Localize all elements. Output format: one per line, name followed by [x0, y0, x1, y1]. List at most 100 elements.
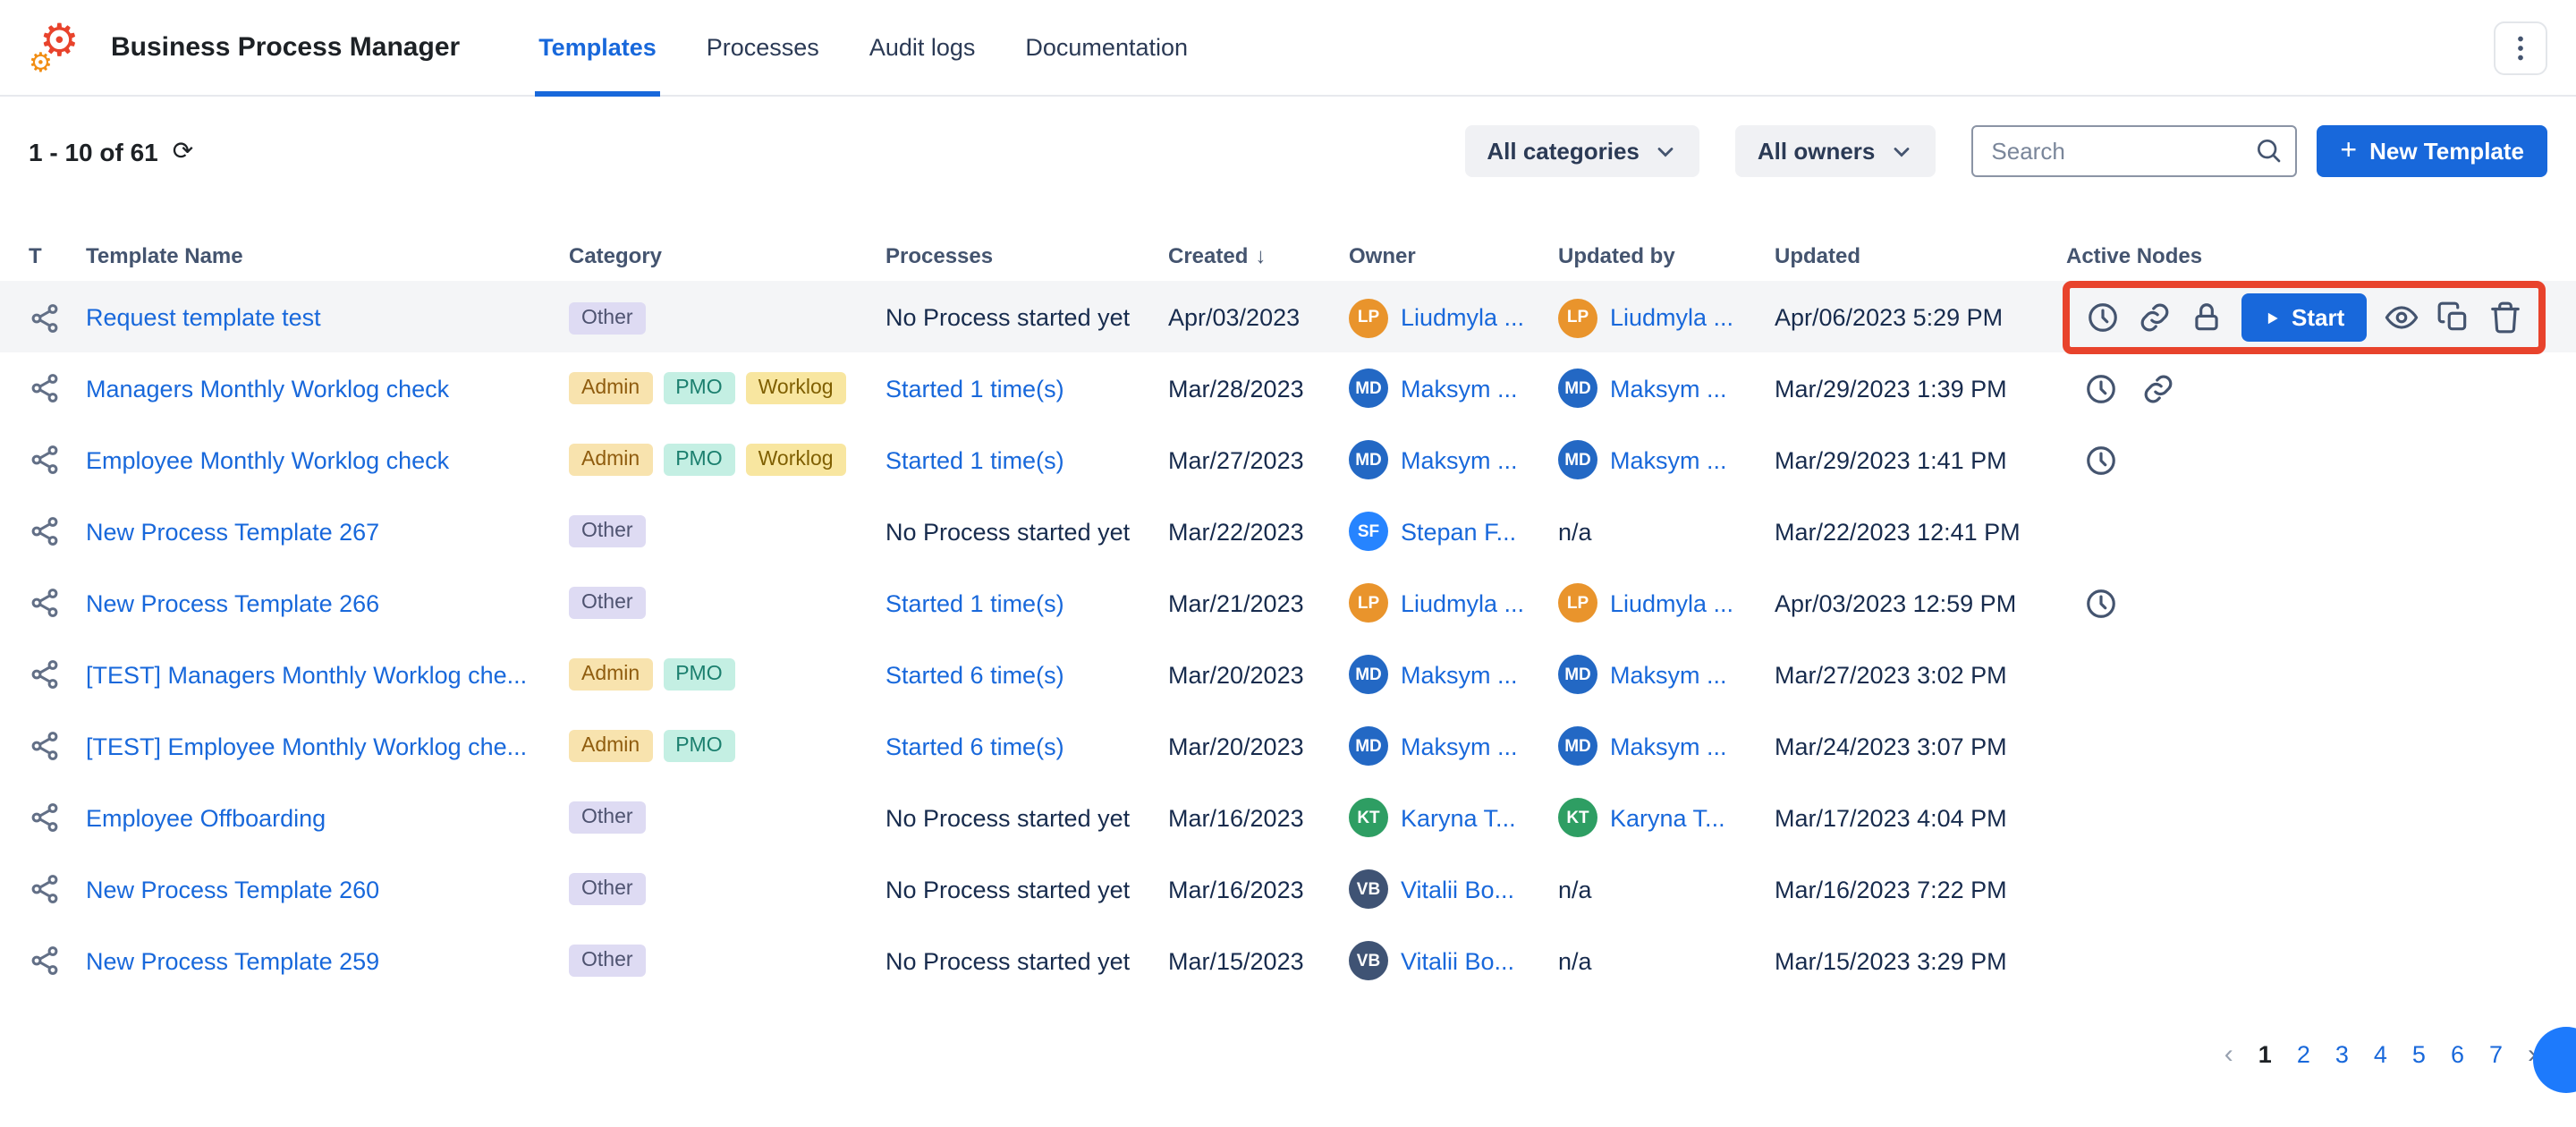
processes-link[interactable]: Started 1 time(s) [886, 589, 1064, 616]
category-tag: PMO [663, 444, 734, 476]
category-tags: Other [569, 801, 886, 834]
table-row[interactable]: [TEST] Employee Monthly Worklog che... A… [0, 710, 2576, 782]
updated-date: Apr/06/2023 5:29 PM [1775, 304, 2066, 331]
tab-templates[interactable]: Templates [535, 0, 660, 96]
pagination-page-3[interactable]: 3 [2335, 1041, 2349, 1068]
processes-link[interactable]: Started 1 time(s) [886, 446, 1064, 473]
owner-cell: VBVitalii Bo... [1349, 869, 1558, 909]
table-row[interactable]: New Process Template 260 Other No Proces… [0, 853, 2576, 925]
pagination-page-7[interactable]: 7 [2489, 1041, 2503, 1068]
user-link[interactable]: Maksym ... [1610, 661, 1727, 688]
user-link[interactable]: Stepan F... [1401, 518, 1516, 545]
clock-icon[interactable] [2084, 586, 2118, 620]
table-row[interactable]: Employee Monthly Worklog check AdminPMOW… [0, 424, 2576, 496]
updated-by-cell: LPLiudmyla ... [1558, 583, 1775, 623]
link-icon[interactable] [2138, 301, 2172, 335]
processes-link[interactable]: Started 6 time(s) [886, 733, 1064, 759]
user-link[interactable]: Vitalii Bo... [1401, 876, 1514, 902]
table-row[interactable]: New Process Template 267 Other No Proces… [0, 496, 2576, 567]
user-link[interactable]: Liudmyla ... [1401, 589, 1524, 616]
tab-documentation[interactable]: Documentation [1021, 0, 1191, 96]
user-link[interactable]: Maksym ... [1401, 661, 1518, 688]
user-link[interactable]: Maksym ... [1401, 733, 1518, 759]
template-type-icon [29, 587, 72, 619]
table-body: Request template test Other No Process s… [0, 281, 2576, 996]
processes-link[interactable]: Started 1 time(s) [886, 375, 1064, 402]
kebab-menu-button[interactable] [2494, 21, 2547, 74]
template-type-icon [29, 658, 72, 691]
user-link[interactable]: Maksym ... [1610, 375, 1727, 402]
user-link[interactable]: Maksym ... [1401, 375, 1518, 402]
col-template-name[interactable]: Template Name [86, 243, 569, 268]
template-name-link[interactable]: [TEST] Employee Monthly Worklog che... [86, 733, 527, 759]
table-row[interactable]: [TEST] Managers Monthly Worklog che... A… [0, 639, 2576, 710]
category-tag: Other [569, 873, 646, 905]
col-processes[interactable]: Processes [886, 243, 1168, 268]
user-link[interactable]: Liudmyla ... [1610, 304, 1733, 331]
owner-cell: VBVitalii Bo... [1349, 941, 1558, 980]
col-updated[interactable]: Updated [1775, 243, 2066, 268]
copy-icon[interactable] [2436, 301, 2470, 335]
category-tag: Admin [569, 444, 652, 476]
clock-icon[interactable] [2084, 443, 2118, 477]
refresh-icon[interactable]: ⟳ [173, 136, 193, 166]
col-category[interactable]: Category [569, 243, 886, 268]
pagination-page-5[interactable]: 5 [2412, 1041, 2426, 1068]
clock-icon[interactable] [2086, 301, 2120, 335]
categories-filter-dropdown[interactable]: All categories [1465, 125, 1700, 177]
user-link[interactable]: Maksym ... [1610, 733, 1727, 759]
start-button[interactable]: Start [2241, 293, 2366, 342]
pagination-page-2[interactable]: 2 [2297, 1041, 2310, 1068]
start-button-label: Start [2292, 304, 2344, 331]
new-template-button[interactable]: + New Template [2317, 125, 2547, 177]
user-link[interactable]: Karyna T... [1610, 804, 1725, 831]
template-name-link[interactable]: Employee Offboarding [86, 804, 326, 831]
processes-link[interactable]: Started 6 time(s) [886, 661, 1064, 688]
template-name-link[interactable]: Employee Monthly Worklog check [86, 446, 449, 473]
table-row[interactable]: Managers Monthly Worklog check AdminPMOW… [0, 352, 2576, 424]
table-row[interactable]: Request template test Other No Process s… [0, 281, 2576, 352]
user-link[interactable]: Liudmyla ... [1610, 589, 1733, 616]
owners-filter-dropdown[interactable]: All owners [1736, 125, 1936, 177]
lock-icon[interactable] [2190, 301, 2224, 335]
template-name-link[interactable]: New Process Template 259 [86, 947, 379, 974]
updated-by-cell: LPLiudmyla ... [1558, 298, 1775, 337]
floating-action-button[interactable] [2533, 1027, 2576, 1093]
user-link[interactable]: Vitalii Bo... [1401, 947, 1514, 974]
pagination-prev[interactable]: ‹ [2224, 1039, 2233, 1070]
category-tag: Other [569, 301, 646, 334]
pagination-page-6[interactable]: 6 [2451, 1041, 2464, 1068]
user-link[interactable]: Maksym ... [1610, 446, 1727, 473]
template-name-link[interactable]: [TEST] Managers Monthly Worklog che... [86, 661, 527, 688]
template-name-link[interactable]: Managers Monthly Worklog check [86, 375, 449, 402]
search-input[interactable] [1971, 125, 2297, 177]
eye-icon[interactable] [2384, 301, 2418, 335]
template-name-link[interactable]: New Process Template 267 [86, 518, 379, 545]
avatar: MD [1349, 369, 1388, 408]
col-created[interactable]: Created ↓ [1168, 243, 1349, 268]
table-row[interactable]: Employee Offboarding Other No Process st… [0, 782, 2576, 853]
template-name-link[interactable]: New Process Template 260 [86, 876, 379, 902]
category-tag: Other [569, 515, 646, 547]
table-row[interactable]: New Process Template 259 Other No Proces… [0, 925, 2576, 996]
tab-processes[interactable]: Processes [703, 0, 823, 96]
user-link[interactable]: Liudmyla ... [1401, 304, 1524, 331]
category-tags: Other [569, 301, 886, 334]
pagination-page-4[interactable]: 4 [2374, 1041, 2387, 1068]
clock-icon[interactable] [2084, 371, 2118, 405]
col-updated-by[interactable]: Updated by [1558, 243, 1775, 268]
link-icon[interactable] [2141, 371, 2175, 405]
table-row[interactable]: New Process Template 266 Other Started 1… [0, 567, 2576, 639]
pagination-page-1[interactable]: 1 [2258, 1041, 2272, 1068]
created-date: Mar/27/2023 [1168, 446, 1349, 473]
updated-date: Mar/22/2023 12:41 PM [1775, 518, 2066, 545]
col-owner[interactable]: Owner [1349, 243, 1558, 268]
template-name-link[interactable]: Request template test [86, 304, 321, 331]
avatar: MD [1558, 726, 1597, 766]
updated-date: Mar/29/2023 1:39 PM [1775, 375, 2066, 402]
user-link[interactable]: Maksym ... [1401, 446, 1518, 473]
trash-icon[interactable] [2487, 301, 2521, 335]
tab-audit-logs[interactable]: Audit logs [866, 0, 979, 96]
template-name-link[interactable]: New Process Template 266 [86, 589, 379, 616]
user-link[interactable]: Karyna T... [1401, 804, 1516, 831]
